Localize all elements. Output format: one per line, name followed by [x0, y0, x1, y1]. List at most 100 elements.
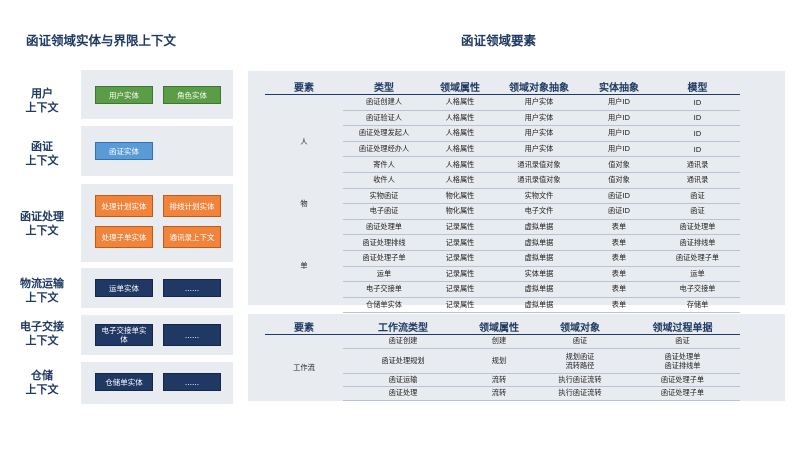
left-title: 函证领域实体与界限上下文	[26, 33, 177, 48]
table-cell: 函证验证人	[343, 110, 425, 127]
cell-line: 函证创建	[388, 336, 418, 346]
table-cell: 运单	[343, 266, 425, 283]
table-cell: 函证	[655, 203, 740, 220]
cell-line: 流转	[491, 374, 507, 384]
column-header: 领域对象抽象	[495, 78, 583, 95]
table-cell: 函证处理单	[655, 219, 740, 236]
table-cell: 记录属性	[425, 234, 495, 251]
table-cell: 用户ID	[583, 110, 655, 127]
table-cell: 函证创建	[343, 334, 463, 349]
table-cell: 实物文件	[495, 188, 583, 205]
table-cell: 值对象	[583, 172, 655, 189]
column-header: 领域对象	[535, 318, 625, 335]
entity-box[interactable]: 排线计划实体	[163, 195, 221, 217]
cell-line: 规划函证	[565, 351, 595, 361]
entity-box[interactable]: 处理子单实体	[95, 226, 153, 248]
column-header: 实体抽象	[583, 78, 655, 95]
table-cell: 函证处理发起人	[343, 125, 425, 142]
elements-table: 要素 类型 领域属性 领域对象抽象 实体抽象 模型 人函证创建人 人格属性 用户实体…	[265, 78, 740, 314]
cell-line: 函证	[572, 336, 588, 346]
table-header-row: 要素 工作流类型 领域属性 领域对象 领域过程单据	[265, 318, 740, 335]
entity-box[interactable]: ......	[163, 279, 221, 297]
entity-box[interactable]: 用户实体	[95, 86, 153, 104]
cell-line: 流转路径	[565, 360, 595, 370]
workflow-table: 要素 工作流类型 领域属性 领域对象 领域过程单据 工作流 函证创建 创建 函证 函证函…	[265, 318, 740, 401]
table-cell: 用户实体	[495, 94, 583, 111]
table-cell: 函证处理单 函证排线单	[625, 348, 740, 374]
context-panel-handover: 电子交接单实体 ......	[81, 315, 233, 355]
cell-line: 函证处理规划	[381, 356, 425, 365]
table-cell: 流转	[463, 373, 535, 387]
table-cell: ID	[655, 125, 740, 142]
table-cell: 记录属性	[425, 250, 495, 267]
table-cell: 函证ID	[583, 188, 655, 205]
column-header: 领域过程单据	[625, 318, 740, 335]
cell-line: 函证	[675, 336, 690, 346]
table-cell: 函证排线单	[655, 234, 740, 251]
context-label-handover: 电子交接 上下文	[20, 320, 64, 347]
table-cell: 函证	[535, 334, 625, 349]
context-label-user: 用户 上下文	[25, 87, 59, 114]
table-cell: 存储单	[655, 297, 740, 314]
table-cell: 虚拟单据	[495, 281, 583, 298]
table-cell: 电子交接单	[343, 281, 425, 298]
table-cell: 实体单据	[495, 266, 583, 283]
entity-box[interactable]: 角色实体	[163, 86, 221, 104]
table-cell: 电子函证	[343, 203, 425, 220]
column-header: 领域属性	[463, 318, 535, 335]
table-cell: ID	[655, 110, 740, 127]
table-cell: 人格属性	[425, 125, 495, 142]
table-cell: 规划函证 流转路径	[535, 348, 625, 374]
table-cell: 人格属性	[425, 172, 495, 189]
table-cell: 函证处理子单	[625, 373, 740, 387]
table-cell: 物化属性	[425, 188, 495, 205]
table-cell: 规划	[463, 348, 535, 374]
entity-box[interactable]: ......	[163, 373, 221, 391]
column-header: 工作流类型	[343, 318, 463, 335]
table-cell: 实物函证	[343, 188, 425, 205]
table-cell: 函证处理单	[343, 219, 425, 236]
table-cell: 值对象	[583, 156, 655, 173]
table-cell: 用户ID	[583, 141, 655, 158]
table-cell: 函证处理规划	[343, 348, 463, 374]
table-cell: 人格属性	[425, 141, 495, 158]
table-row: 单函证处理单 记录属性 虚拟单据 表单 函证处理单	[265, 219, 740, 270]
entity-box[interactable]: ......	[163, 324, 221, 346]
cell-line: 函证处理子单	[660, 388, 705, 398]
context-label-processing: 函证处理 上下文	[20, 210, 64, 237]
table-cell: 物化属性	[425, 203, 495, 220]
table-cell: ID	[655, 141, 740, 158]
cell-line: 函证处理单	[664, 351, 701, 361]
table-cell: 用户ID	[583, 94, 655, 111]
table-cell: ID	[655, 94, 740, 111]
entity-box[interactable]: 函证实体	[95, 142, 153, 160]
table-cell: 表单	[583, 234, 655, 251]
table-cell: 用户实体	[495, 110, 583, 127]
cell-line: 执行函证流转	[558, 388, 602, 398]
group-label: 物	[300, 198, 308, 208]
column-header: 类型	[343, 78, 425, 95]
table-cell: 创建	[463, 334, 535, 349]
group-label: 人	[300, 136, 308, 146]
context-panel-confirmation: 函证实体	[81, 126, 233, 176]
entity-box[interactable]: 电子交接单实体	[95, 324, 153, 346]
cell-line: 函证处理	[388, 388, 418, 398]
cell-line: 函证处理子单	[660, 374, 705, 384]
table-cell: 电子交接单	[655, 281, 740, 298]
context-label-logistics: 物流运输 上下文	[20, 277, 64, 304]
table-row: 物 实物函证 物化属性 实物文件 函证ID 函证	[265, 188, 740, 208]
table-cell: 记录属性	[425, 297, 495, 314]
table-cell: 函证处理	[343, 386, 463, 401]
entity-box[interactable]: 处理计划实体	[95, 195, 153, 217]
entity-box[interactable]: 仓储单实体	[95, 373, 153, 391]
table-cell: 表单	[583, 266, 655, 283]
entity-box[interactable]: 运单实体	[95, 279, 153, 297]
entity-box[interactable]: 通讯录上下文	[163, 226, 221, 248]
table-cell: 函证处理排线	[343, 234, 425, 251]
column-header: 模型	[655, 78, 740, 95]
table-cell: 函证运输	[343, 373, 463, 387]
table-cell: 虚拟单据	[495, 250, 583, 267]
context-panel-storage: 仓储单实体 ......	[81, 362, 233, 404]
cell-line: 函证运输	[388, 374, 418, 384]
table-cell: 用户实体	[495, 125, 583, 142]
